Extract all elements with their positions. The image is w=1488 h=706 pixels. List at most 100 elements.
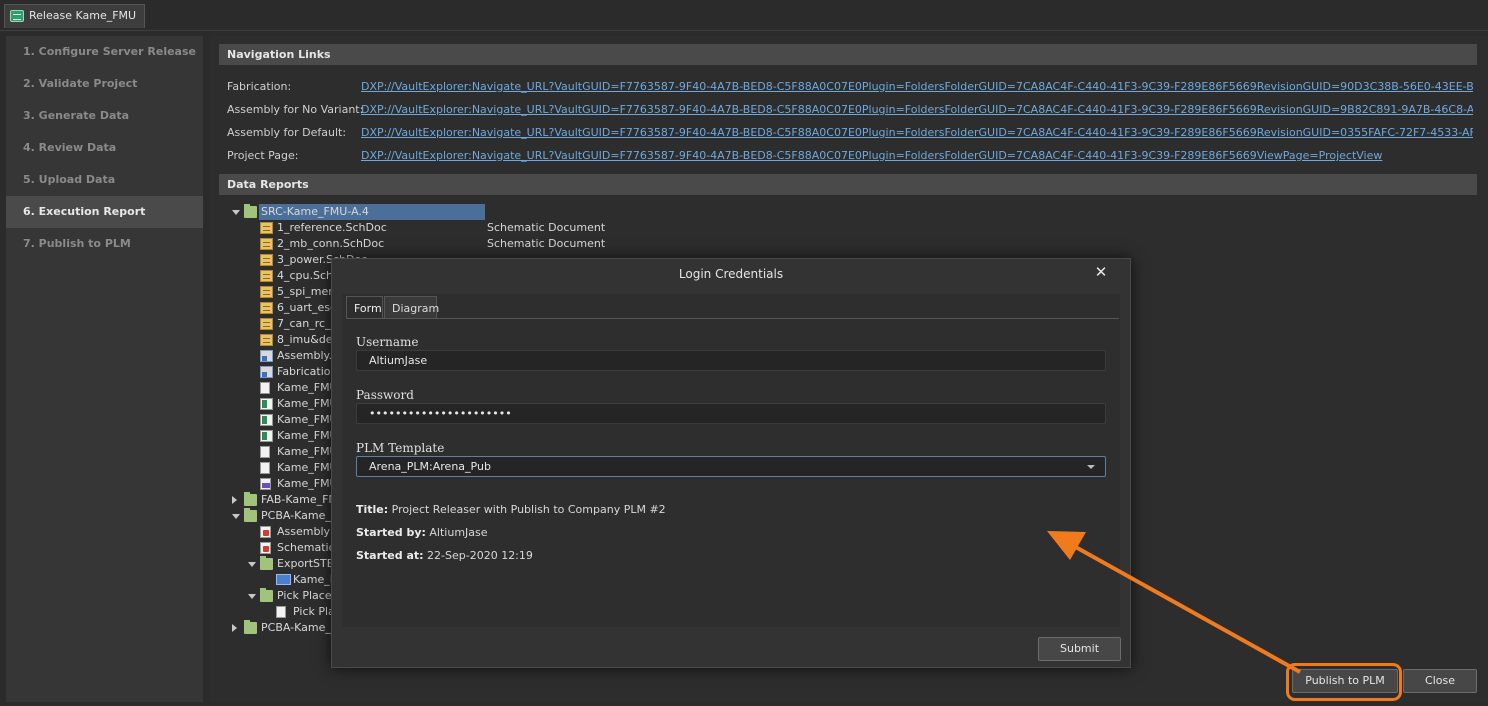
schematic-icon [260, 286, 273, 298]
dialog-body: Form Diagram Username AltiumJase Passwor… [342, 294, 1120, 627]
document-icon [260, 462, 270, 474]
bom-icon [260, 398, 273, 410]
plm-template-label: PLM Template [356, 441, 445, 455]
password-label: Password [356, 388, 414, 402]
tab-diagram[interactable]: Diagram [384, 296, 439, 319]
started-by-value: AltiumJase [429, 526, 488, 539]
folder-icon [260, 588, 273, 602]
folder-icon [244, 492, 257, 506]
schematic-icon [260, 222, 273, 234]
tree-item-type: Schematic Document [487, 221, 606, 234]
tree-item-label: Kame_FMU [277, 461, 338, 474]
step-generate-data[interactable]: 3. Generate Data [6, 100, 203, 132]
nav-link-fabrication[interactable]: DXP://VaultExplorer:Navigate_URL?VaultGU… [361, 80, 1473, 93]
step-validate-project[interactable]: 2. Validate Project [6, 68, 203, 100]
username-field[interactable]: AltiumJase [356, 350, 1106, 371]
title-value: Project Releaser with Publish to Company… [391, 503, 666, 516]
expand-open-icon[interactable] [248, 594, 256, 599]
schematic-icon [260, 270, 273, 282]
nav-label-assembly-no-variant: Assembly for No Variant: [227, 103, 364, 116]
tree-item-label: Kame_FMU [277, 429, 338, 442]
schematic-icon [260, 238, 273, 250]
document-tab-bar: Release Kame_FMU [0, 0, 1488, 31]
nav-link-project-page[interactable]: DXP://VaultExplorer:Navigate_URL?VaultGU… [361, 149, 1473, 162]
started-at-key: Started at: [356, 549, 424, 562]
close-icon[interactable]: ✕ [1094, 264, 1108, 280]
plm-template-select[interactable]: Arena_PLM:Arena_Pub [356, 456, 1106, 477]
pdf-icon [260, 526, 271, 538]
schematic-icon [260, 254, 273, 266]
expand-closed-icon[interactable] [232, 624, 237, 632]
outjob-icon [260, 366, 273, 378]
process-started-by: Started by: AltiumJase [356, 526, 488, 539]
step-publish-to-plm[interactable]: 7. Publish to PLM [6, 228, 203, 260]
expand-open-icon[interactable] [232, 210, 240, 215]
tree-item-label: 1_reference.SchDoc [277, 221, 387, 234]
plm-template-value: Arena_PLM:Arena_Pub [369, 460, 491, 473]
nav-label-assembly-default: Assembly for Default: [227, 126, 347, 139]
document-icon [260, 382, 270, 394]
schematic-icon [260, 302, 273, 314]
folder-icon [260, 556, 273, 570]
bom-icon [260, 414, 273, 426]
tree-row[interactable]: 2_mb_conn.SchDoc Schematic Document [210, 236, 610, 252]
navigation-links-header: Navigation Links [219, 44, 1477, 65]
tree-item-label: Kame_FMU [277, 477, 338, 490]
tree-item-label: Kame_FMU [277, 397, 338, 410]
folder-icon [244, 204, 257, 218]
bom-icon [260, 430, 273, 442]
step-execution-report[interactable]: 6. Execution Report [6, 196, 203, 228]
expand-open-icon[interactable] [232, 514, 240, 519]
dialog-title: Login Credentials [678, 267, 784, 281]
tree-item-label: Schematic [277, 541, 335, 554]
process-title: Title: Project Releaser with Publish to … [356, 503, 666, 516]
password-field[interactable]: •••••••••••••••••••••• [356, 403, 1106, 424]
close-button[interactable]: Close [1403, 669, 1477, 693]
nav-label-project-page: Project Page: [227, 149, 299, 162]
expand-open-icon[interactable] [248, 562, 256, 567]
document-icon [260, 446, 270, 458]
outjob-icon [260, 350, 273, 362]
tree-row[interactable]: SRC-Kame_FMU-A.4 [210, 204, 610, 220]
step-review-data[interactable]: 4. Review Data [6, 132, 203, 164]
tab-divider [346, 318, 1119, 319]
step-icon [276, 574, 291, 585]
process-started-at: Started at: 22-Sep-2020 12:19 [356, 549, 533, 562]
step-configure-server-release[interactable]: 1. Configure Server Release [6, 36, 203, 68]
folder-icon [244, 620, 257, 634]
folder-icon [244, 508, 257, 522]
username-label: Username [356, 335, 419, 349]
pdf-icon [260, 542, 271, 554]
chevron-down-icon [1087, 465, 1095, 469]
tree-row[interactable]: 1_reference.SchDoc Schematic Document [210, 220, 610, 236]
release-document-tab[interactable]: Release Kame_FMU [4, 4, 146, 28]
release-steps-sidebar: 1. Configure Server Release 2. Validate … [6, 36, 203, 702]
tree-item-label: 2_mb_conn.SchDoc [277, 237, 385, 250]
nav-link-assembly-no-variant[interactable]: DXP://VaultExplorer:Navigate_URL?VaultGU… [361, 103, 1473, 116]
tree-item-label: Kame_FMU [277, 381, 338, 394]
nav-label-fabrication: Fabrication: [227, 80, 292, 93]
tree-item-label: SRC-Kame_FMU-A.4 [261, 205, 369, 218]
started-by-key: Started by: [356, 526, 426, 539]
release-icon [10, 10, 24, 22]
tree-item-label: 6_uart_esc [277, 301, 337, 314]
started-at-value: 22-Sep-2020 12:19 [427, 549, 533, 562]
login-credentials-dialog: Login Credentials ✕ Form Diagram Usernam… [331, 258, 1131, 668]
schematic-icon [260, 334, 273, 346]
pcb-document-icon [260, 478, 271, 490]
tree-item-label: Pick Place [277, 589, 332, 602]
release-tab-title: Release Kame_FMU [29, 9, 137, 22]
nav-link-assembly-default[interactable]: DXP://VaultExplorer:Navigate_URL?VaultGU… [361, 126, 1473, 139]
schematic-icon [260, 318, 273, 330]
publish-button-highlight [1286, 663, 1402, 701]
tree-item-type: Schematic Document [487, 237, 606, 250]
document-icon [276, 606, 286, 618]
expand-closed-icon[interactable] [232, 496, 237, 504]
step-upload-data[interactable]: 5. Upload Data [6, 164, 203, 196]
tree-item-label: Kame_FMU [277, 413, 338, 426]
tree-item-label: Kame_FMU [277, 445, 338, 458]
tab-form[interactable]: Form [346, 296, 383, 319]
submit-button[interactable]: Submit [1038, 637, 1121, 661]
data-reports-header: Data Reports [219, 174, 1477, 195]
title-key: Title: [356, 503, 389, 516]
